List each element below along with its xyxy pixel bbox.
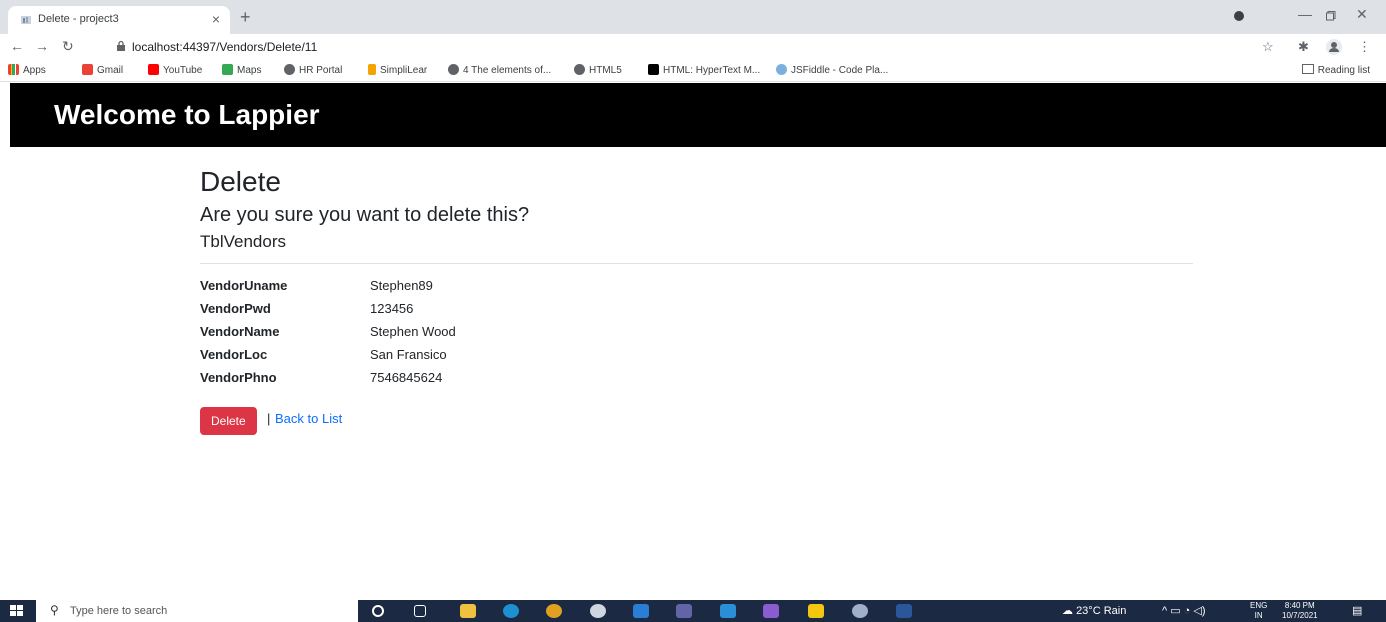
- profile-menu-icon[interactable]: [1233, 10, 1245, 22]
- minimize-icon[interactable]: —: [1298, 6, 1312, 22]
- windows-taskbar: ⚲ Type here to search ☁ 23°C Rain ^ ▭ ◔ …: [0, 600, 1386, 622]
- bookmark-maps[interactable]: Maps: [222, 64, 261, 76]
- simplilearn-icon: [368, 64, 376, 75]
- vscode-icon[interactable]: [720, 604, 736, 618]
- new-tab-button[interactable]: +: [240, 8, 251, 26]
- field-value: Stephen Wood: [370, 324, 456, 339]
- page-title: Delete: [200, 166, 281, 197]
- back-to-list-link[interactable]: Back to List: [275, 411, 342, 426]
- chrome-profile-icon[interactable]: [590, 604, 606, 618]
- chrome-icon[interactable]: [546, 604, 562, 618]
- entity-name: TblVendors: [200, 232, 286, 251]
- restore-icon[interactable]: [1326, 11, 1336, 21]
- url-text: localhost:44397/Vendors/Delete/11: [132, 40, 318, 54]
- bookmarks-bar: Apps Gmail YouTube Maps HR Portal Simpli…: [0, 60, 1386, 82]
- divider: [200, 263, 1193, 264]
- field-label: VendorPhno: [200, 370, 277, 385]
- detail-row: VendorPhno 7546845624: [200, 370, 1193, 393]
- reading-list-button[interactable]: Reading list: [1301, 64, 1370, 76]
- tray-icons[interactable]: ^ ▭ ◔ ◁): [1162, 604, 1206, 617]
- tab-title: Delete - project3: [38, 13, 119, 25]
- task-view-icon[interactable]: [414, 605, 426, 617]
- file-explorer-icon[interactable]: [460, 604, 476, 618]
- confirm-message: Are you sure you want to delete this?: [200, 204, 530, 226]
- close-tab-icon[interactable]: ×: [212, 11, 220, 27]
- language-indicator[interactable]: ENG IN: [1250, 601, 1267, 621]
- site-title: Welcome to Lappier: [54, 99, 320, 130]
- bookmark-html5[interactable]: HTML5: [574, 64, 622, 76]
- close-window-icon[interactable]: ✕: [1356, 6, 1368, 23]
- search-icon: ⚲: [50, 603, 59, 617]
- field-label: VendorLoc: [200, 347, 268, 362]
- gmail-icon: [82, 64, 93, 75]
- back-arrow-icon[interactable]: ←: [10, 38, 24, 54]
- vendor-details: VendorUname Stephen89 VendorPwd 123456 V…: [200, 278, 1193, 393]
- detail-row: VendorName Stephen Wood: [200, 324, 1193, 347]
- extensions-icon[interactable]: ✱: [1298, 39, 1309, 55]
- separator: |: [267, 411, 271, 426]
- bookmark-jsfiddle[interactable]: JSFiddle - Code Pla...: [776, 64, 888, 76]
- delete-page-content: Delete Are you sure you want to delete t…: [200, 165, 1193, 435]
- detail-row: VendorPwd 123456: [200, 301, 1193, 324]
- lock-icon: [117, 40, 125, 51]
- mdn-icon: [648, 64, 659, 75]
- youtube-icon: [148, 64, 159, 75]
- cortana-icon[interactable]: [372, 605, 384, 617]
- site-header: Welcome to Lappier: [10, 83, 1386, 147]
- bookmark-elements[interactable]: 4 The elements of...: [448, 64, 551, 76]
- detail-row: VendorUname Stephen89: [200, 278, 1193, 301]
- profile-avatar-icon[interactable]: [1326, 39, 1342, 55]
- browser-toolbar: ← → ↻ localhost:44397/Vendors/Delete/11 …: [0, 34, 1386, 60]
- field-label: VendorUname: [200, 278, 288, 293]
- jsfiddle-icon: [776, 64, 787, 75]
- taskbar-search-input[interactable]: ⚲ Type here to search: [36, 600, 358, 622]
- visual-studio-icon[interactable]: [763, 604, 779, 618]
- form-actions: Delete | Back to List: [200, 407, 1193, 435]
- bookmark-star-icon[interactable]: ☆: [1262, 39, 1274, 55]
- word-icon[interactable]: [896, 604, 912, 618]
- weather-widget[interactable]: ☁ 23°C Rain: [1062, 604, 1126, 617]
- weather-cloud-icon: ☁: [1062, 605, 1073, 617]
- bookmark-youtube[interactable]: YouTube: [148, 64, 202, 76]
- notification-icon[interactable]: ▤: [1352, 604, 1362, 617]
- reading-list-icon: [1301, 64, 1314, 74]
- bookmark-apps[interactable]: Apps: [8, 64, 46, 76]
- address-bar[interactable]: localhost:44397/Vendors/Delete/11: [110, 36, 1250, 58]
- maps-icon: [222, 64, 233, 75]
- power-bi-icon[interactable]: [808, 604, 824, 618]
- forward-arrow-icon[interactable]: →: [35, 38, 49, 54]
- browser-tab-strip: Delete - project3 × + — ✕: [0, 0, 1386, 34]
- outlook-icon[interactable]: [633, 604, 649, 618]
- field-value: San Fransico: [370, 347, 447, 362]
- field-value: 7546845624: [370, 370, 443, 385]
- globe-icon: [284, 64, 295, 75]
- globe-icon: [574, 64, 585, 75]
- browser-tab[interactable]: Delete - project3 ×: [8, 6, 230, 34]
- delete-button[interactable]: Delete: [200, 407, 257, 435]
- reload-icon[interactable]: ↻: [62, 38, 74, 54]
- page-favicon-icon: [21, 16, 31, 24]
- search-placeholder: Type here to search: [70, 605, 168, 617]
- detail-row: VendorLoc San Fransico: [200, 347, 1193, 370]
- edge-icon[interactable]: [503, 604, 519, 618]
- field-value: 123456: [370, 301, 414, 316]
- paint-icon[interactable]: [852, 604, 868, 618]
- clock[interactable]: 8:40 PM 10/7/2021: [1282, 601, 1318, 621]
- teams-icon[interactable]: [676, 604, 692, 618]
- field-value: Stephen89: [370, 278, 433, 293]
- bookmark-simplilear[interactable]: SimpliLear: [368, 64, 427, 76]
- apps-grid-icon: [8, 64, 19, 75]
- bookmark-gmail[interactable]: Gmail: [82, 64, 123, 76]
- globe-icon: [448, 64, 459, 75]
- bookmark-hr-portal[interactable]: HR Portal: [284, 64, 342, 76]
- windows-start-icon[interactable]: [10, 605, 24, 617]
- field-label: VendorPwd: [200, 301, 271, 316]
- field-label: VendorName: [200, 324, 280, 339]
- bookmark-mdn-html[interactable]: HTML: HyperText M...: [648, 64, 760, 76]
- menu-kebab-icon[interactable]: ⋮: [1358, 39, 1371, 55]
